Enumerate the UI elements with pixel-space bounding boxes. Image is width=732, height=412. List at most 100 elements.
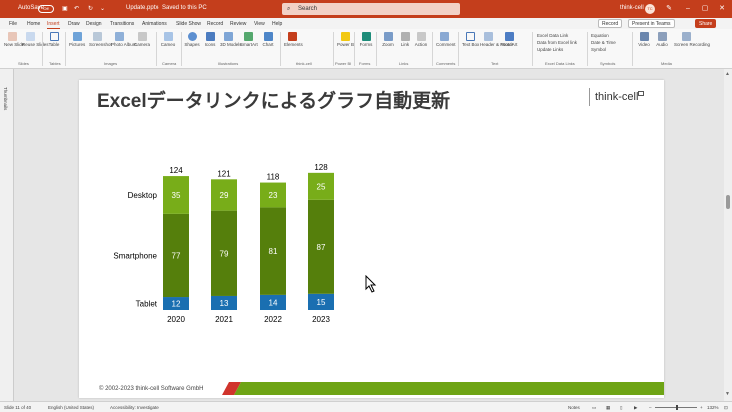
zoom-slider-knob[interactable] [676,405,678,410]
update-links-item[interactable]: Update Links [537,46,577,53]
redo-icon[interactable]: ↻ [88,5,93,12]
zoom-out-icon[interactable]: – [649,405,652,410]
zoom-button[interactable]: Zoom [380,32,396,47]
wordart-button[interactable]: WordArt [501,32,517,47]
tab-draw[interactable]: Draw [68,21,80,27]
forms-button[interactable]: Forms [358,32,374,47]
video-button[interactable]: Video [636,32,652,47]
maximize-icon[interactable]: ▢ [698,3,712,15]
minimize-icon[interactable]: – [681,3,695,15]
pictures-button[interactable]: Pictures [69,32,85,47]
camera-button[interactable]: Camera [134,32,150,47]
slide-canvas[interactable]: Excelデータリンクによるグラフ自動更新 think-cell 12 77 35 1… [79,80,664,398]
elements-label: Elements [284,42,303,47]
tab-view[interactable]: View [254,21,265,27]
share-button[interactable]: Share [695,19,717,28]
language-indicator[interactable]: English (United States) [48,405,94,410]
data-label-desktop-2020: 35 [172,191,181,200]
icons-icon [205,32,215,41]
photo-album-button[interactable]: Photo Album [111,32,137,47]
excel-data-link-item[interactable]: Excel Data Link [537,32,577,39]
vertical-scrollbar[interactable]: ▲ ▼ [724,69,732,401]
reuse-slides-button[interactable]: Reuse Slides [22,32,49,47]
group-label-illustrations: Illustrations [218,61,239,66]
screen-recording-button[interactable]: Screen Recording [674,32,710,47]
undo-icon[interactable]: ↶ [74,5,79,12]
photo-album-icon [114,32,124,41]
avatar[interactable]: TC [645,4,655,14]
tab-record[interactable]: Record [207,21,223,27]
data-label-tablet-2021: 13 [220,299,229,308]
elements-button[interactable]: Elements [284,32,303,47]
pen-icon[interactable]: ✎ [662,3,676,15]
close-icon[interactable]: ✕ [715,3,729,15]
save-icon[interactable]: ▣ [62,5,68,12]
equation-item[interactable]: Equation [591,32,616,39]
screenshot-button[interactable]: Screenshot [89,32,112,47]
header-footer-button[interactable]: Header & Footer [480,32,513,47]
group-label-camera: Camera [162,61,177,66]
tab-file[interactable]: File [9,21,17,27]
action-button[interactable]: Action [413,32,429,47]
link-button[interactable]: Link [397,32,413,47]
cameo-button[interactable]: Cameo [160,32,176,47]
table-button[interactable]: Table [46,32,62,47]
ribbon: New Slide Reuse Slides Table Pictures Sc… [0,29,732,69]
thumbnails-pane[interactable]: Thumbnails [0,69,14,401]
tab-insert[interactable]: Insert [47,21,60,29]
accessibility-status[interactable]: Accessibility: Investigate [110,405,159,410]
tab-animations[interactable]: Animations [142,21,167,27]
tab-slide-show[interactable]: Slide Show [176,21,201,27]
tab-design[interactable]: Design [86,21,102,27]
zoom-label: Zoom [382,42,394,47]
customize-icon[interactable]: ⌄ [100,5,105,12]
fit-slide-icon[interactable]: ⊡ [724,405,728,411]
chart-button[interactable]: Chart [260,32,276,47]
tab-transitions[interactable]: Transitions [110,21,134,27]
scroll-down-icon[interactable]: ▼ [725,391,730,397]
3d-models-button[interactable]: 3D Models [220,32,242,47]
symbol-item[interactable]: Symbol [591,46,616,53]
group-label-forms: Forms [359,61,371,66]
text-box-button[interactable]: Text Box [462,32,479,47]
notes-button[interactable]: Notes [568,405,580,410]
tab-help[interactable]: Help [272,21,282,27]
saved-status[interactable]: Saved to this PC [162,5,207,11]
search-input[interactable]: ⌕ Search [282,3,460,15]
chart-label: Chart [262,42,274,47]
user-name: think-cell [620,5,644,11]
stacked-bar-chart[interactable]: 12 77 35 124 2020 13 79 29 121 2021 14 81 23 118 2022 1… [79,80,664,380]
reading-view-icon[interactable]: ▯ [620,405,622,411]
status-bar: Slide 11 of 40 English (United States) A… [0,401,732,412]
tab-review[interactable]: Review [230,21,246,27]
screenshot-label: Screenshot [89,42,112,47]
scroll-thumb[interactable] [726,195,730,209]
new-slide-icon [7,32,17,41]
power-bi-button[interactable]: Power BI [337,32,355,47]
ribbon-separator [458,32,459,66]
autosave-toggle[interactable]: Off [38,5,54,13]
normal-view-icon[interactable]: ▭ [592,405,596,411]
ribbon-separator [587,32,588,66]
date-time-item[interactable]: Date & Time [591,39,616,46]
icons-button[interactable]: Icons [202,32,218,47]
slideshow-icon[interactable]: ▶ [634,405,637,411]
total-label-2020: 124 [169,166,183,175]
data-from-excel-item[interactable]: Data from Excel link [537,39,577,46]
audio-button[interactable]: Audio [654,32,670,47]
tab-home[interactable]: Home [27,21,40,27]
record-button[interactable]: Record [598,19,623,28]
file-name: Update.pptx [126,5,159,11]
elements-icon [287,32,297,41]
group-label-excel-data-links: Excel Data Links [545,61,575,66]
smartart-button[interactable]: SmartArt [240,32,258,47]
slide-sorter-icon[interactable]: ▦ [606,405,610,411]
new-slide-button[interactable]: New Slide [4,32,24,47]
pictures-icon [72,32,82,41]
scroll-up-icon[interactable]: ▲ [725,71,730,77]
present-in-teams-button[interactable]: Present in Teams [628,19,675,28]
shapes-button[interactable]: Shapes [184,32,200,47]
zoom-level[interactable]: 132% [707,405,719,410]
comment-button[interactable]: Comment [436,32,456,47]
zoom-in-icon[interactable]: + [700,405,703,410]
